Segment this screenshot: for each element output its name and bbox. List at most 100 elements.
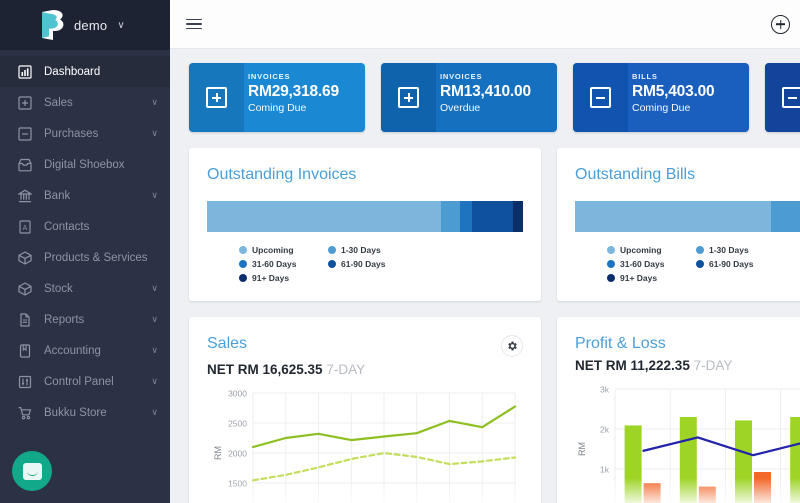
stack-segment[interactable] (441, 201, 460, 232)
legend-label: 31-60 Days (620, 259, 664, 269)
chevron-down-icon[interactable]: ∨ (151, 128, 158, 139)
sales-net-line: NET RM 16,625.35 7-DAY (207, 362, 523, 377)
legend-label: 61-90 Days (709, 259, 753, 269)
outstanding-bills-stacked-bar[interactable] (575, 201, 800, 232)
chat-bubble-icon[interactable] (12, 451, 52, 491)
kpi-kicker: INVOICES (440, 72, 557, 81)
sidebar-item-bank[interactable]: Bank ∨ (0, 180, 170, 211)
sidebar-item-reports[interactable]: Reports∨ (0, 304, 170, 335)
kpi-card[interactable]: BILLSRM5,403.00Coming Due (573, 63, 749, 132)
sidebar-item-bukku-store[interactable]: Bukku Store∨ (0, 397, 170, 428)
shopping-cart-icon (18, 406, 32, 420)
topbar (170, 0, 800, 49)
sidebar-item-purchases[interactable]: Purchases∨ (0, 118, 170, 149)
pnl-chart-panel: Profit & Loss NET RM 11,222.35 7-DAY 01k… (557, 317, 800, 503)
page-title-sales: Sales (207, 335, 247, 353)
main-area: INVOICESRM29,318.69Coming DueINVOICESRM1… (170, 0, 800, 503)
stack-segment[interactable] (460, 201, 472, 232)
minus-square-icon (18, 127, 32, 141)
page-title-outstanding-bills: Outstanding Bills (575, 166, 800, 184)
chevron-down-icon[interactable]: ∨ (151, 190, 158, 201)
kpi-kicker: INVOICES (248, 72, 365, 81)
sidebar-item-accounting[interactable]: Accounting∨ (0, 335, 170, 366)
chevron-down-icon[interactable]: ∨ (151, 314, 158, 325)
legend-label: 91+ Days (252, 273, 289, 283)
chart-bar (754, 472, 771, 503)
kpi-card[interactable]: INVOICESRM13,410.00Overdue (381, 63, 557, 132)
sidebar-item-digital-shoebox[interactable]: Digital Shoebox (0, 149, 170, 180)
y-axis-tick-label: 2500 (228, 419, 247, 429)
chevron-down-icon[interactable]: ∨ (117, 20, 124, 31)
stack-segment[interactable] (513, 201, 523, 232)
stack-segment[interactable] (207, 201, 441, 232)
pnl-period: 7-DAY (694, 358, 733, 373)
stack-segment[interactable] (771, 201, 800, 232)
legend-item: 31-60 Days (239, 259, 328, 269)
sidebar-item-label: Sales (44, 97, 139, 109)
stack-segment[interactable] (472, 201, 513, 232)
chevron-down-icon[interactable]: ∨ (151, 407, 158, 418)
legend-item: Upcoming (239, 245, 328, 255)
kpi-card[interactable]: INVOICESRM29,318.69Coming Due (189, 63, 365, 132)
pnl-bar-chart[interactable]: 01k2k3kRM (575, 381, 800, 503)
chevron-down-icon[interactable]: ∨ (151, 97, 158, 108)
chevron-down-icon[interactable]: ∨ (151, 283, 158, 294)
pnl-net-label: NET (575, 358, 602, 373)
plus-circle-icon[interactable] (771, 15, 790, 34)
chart-bar-icon (18, 65, 32, 79)
legend-item: 91+ Days (607, 273, 696, 283)
hamburger-menu-icon[interactable] (186, 16, 202, 33)
cube-icon (18, 251, 32, 265)
kpi-sub: Overdue (440, 102, 557, 114)
brand-header[interactable]: demo ∨ (0, 0, 170, 50)
legend-color-dot (696, 246, 704, 254)
sales-chart-header: Sales (207, 335, 523, 357)
kpi-kicker: BILLS (632, 72, 749, 81)
legend-item: 61-90 Days (696, 259, 785, 269)
chevron-down-icon[interactable]: ∨ (151, 345, 158, 356)
sidebar-item-products-services[interactable]: Products & Services (0, 242, 170, 273)
svg-text:A: A (23, 225, 28, 232)
legend-label: Upcoming (252, 245, 294, 255)
legend-item: 61-90 Days (328, 259, 417, 269)
sidebar: demo ∨ DashboardSales∨Purchases∨Digital … (0, 0, 170, 503)
minus-square-icon (782, 87, 800, 108)
sidebar-item-control-panel[interactable]: Control Panel∨ (0, 366, 170, 397)
sidebar-item-dashboard[interactable]: Dashboard (0, 56, 170, 87)
chat-bubble-glyph (23, 463, 42, 480)
chart-bar (680, 417, 697, 503)
kpi-body: INVOICESRM29,318.69Coming Due (244, 63, 365, 132)
y-axis-tick-label: 1k (600, 465, 610, 475)
legend-label: Upcoming (620, 245, 662, 255)
sidebar-item-label: Bank (44, 190, 139, 202)
outstanding-bills-legend: Upcoming 1-30 Days 31-60 Days 61-90 Days 91+… (607, 245, 800, 287)
y-axis-tick-label: 3k (600, 385, 610, 395)
outstanding-invoices-stacked-bar[interactable] (207, 201, 523, 232)
y-axis-label: RM (577, 442, 587, 456)
kpi-icon-pane (573, 63, 628, 132)
sidebar-nav: DashboardSales∨Purchases∨Digital Shoebox… (0, 50, 170, 428)
legend-label: 1-30 Days (709, 245, 749, 255)
sidebar-item-contacts[interactable]: AContacts (0, 211, 170, 242)
dashboard-app: demo ∨ DashboardSales∨Purchases∨Digital … (0, 0, 800, 503)
chart-bar (625, 425, 642, 503)
legend-color-dot (239, 274, 247, 282)
legend-color-dot (696, 260, 704, 268)
chart-panel-row: Sales NET RM 16,625.35 7-DAY 100015 (189, 317, 800, 503)
sales-line-chart[interactable]: 10001500200025003000RM (207, 385, 523, 503)
inbox-icon (18, 158, 32, 172)
gear-icon[interactable] (501, 335, 523, 357)
chevron-down-icon[interactable]: ∨ (151, 376, 158, 387)
page-title-pnl: Profit & Loss (575, 335, 666, 353)
y-axis-tick-label: 1500 (228, 479, 247, 489)
kpi-card[interactable]: BILLS (765, 63, 800, 132)
legend-label: 61-90 Days (341, 259, 385, 269)
chart-bar (644, 483, 661, 503)
sidebar-item-sales[interactable]: Sales ∨ (0, 87, 170, 118)
legend-item: Upcoming (607, 245, 696, 255)
stack-segment[interactable] (575, 201, 771, 232)
sidebar-item-label: Digital Shoebox (44, 159, 158, 171)
y-axis-label: RM (213, 446, 223, 460)
sidebar-item-stock[interactable]: Stock∨ (0, 273, 170, 304)
pnl-net-line: NET RM 11,222.35 7-DAY (575, 358, 800, 373)
